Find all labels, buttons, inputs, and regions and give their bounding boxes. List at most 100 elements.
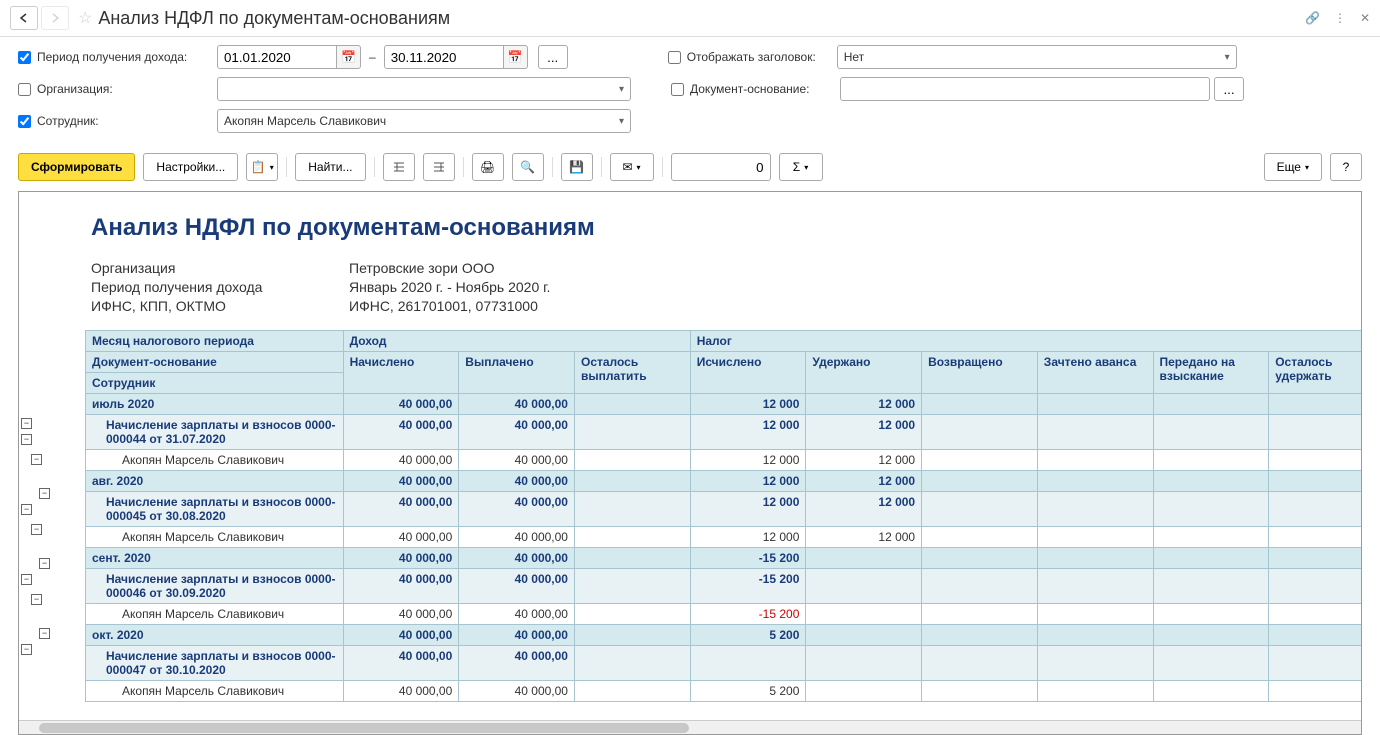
- cell: 12 000: [806, 527, 922, 548]
- cell: [1037, 492, 1153, 527]
- date-to-input[interactable]: [384, 45, 504, 69]
- preview-button[interactable]: 🔍: [512, 153, 544, 181]
- date-from-input[interactable]: [217, 45, 337, 69]
- row-label: авг. 2020: [86, 471, 344, 492]
- meta-label: Период получения дохода: [91, 279, 349, 295]
- cell: 40 000,00: [459, 604, 575, 625]
- generate-button[interactable]: Сформировать: [18, 153, 135, 181]
- cell: 40 000,00: [343, 450, 459, 471]
- cell: 40 000,00: [343, 527, 459, 548]
- cell: [1037, 625, 1153, 646]
- outline-toggle[interactable]: −: [21, 644, 32, 655]
- outline-toggle[interactable]: −: [39, 558, 50, 569]
- settings-button[interactable]: Настройки...: [143, 153, 238, 181]
- favorite-icon[interactable]: ☆: [78, 8, 92, 28]
- outline-toggle[interactable]: −: [21, 574, 32, 585]
- cell: [1153, 492, 1269, 527]
- table-row[interactable]: Акопян Марсель Славикович40 000,0040 000…: [86, 681, 1363, 702]
- doc-dropdown[interactable]: [840, 77, 1210, 101]
- date-from-picker-icon[interactable]: 📅: [337, 45, 361, 69]
- cell: 12 000: [690, 450, 806, 471]
- org-checkbox[interactable]: [18, 83, 31, 96]
- table-row[interactable]: Начисление зарплаты и взносов 0000-00004…: [86, 569, 1363, 604]
- back-button[interactable]: [10, 6, 38, 30]
- date-to-picker-icon[interactable]: 📅: [504, 45, 528, 69]
- sum-button[interactable]: Σ▾: [779, 153, 823, 181]
- show-header-value: Нет: [844, 50, 864, 64]
- table-row[interactable]: Акопян Марсель Славикович40 000,0040 000…: [86, 450, 1363, 471]
- col-emp: Сотрудник: [86, 373, 344, 394]
- org-dropdown[interactable]: ▾: [217, 77, 631, 101]
- show-header-dropdown[interactable]: Нет ▾: [837, 45, 1237, 69]
- cell: [574, 492, 690, 527]
- col-3: Исчислено: [690, 352, 806, 394]
- table-row[interactable]: Начисление зарплаты и взносов 0000-00004…: [86, 646, 1363, 681]
- table-row[interactable]: сент. 202040 000,0040 000,00-15 200: [86, 548, 1363, 569]
- outline-toggle[interactable]: −: [21, 504, 32, 515]
- table-row[interactable]: окт. 202040 000,0040 000,005 200: [86, 625, 1363, 646]
- cell: [922, 527, 1038, 548]
- period-more-button[interactable]: ...: [538, 45, 568, 69]
- outline-toggle[interactable]: −: [21, 434, 32, 445]
- more-button[interactable]: Еще ▾: [1264, 153, 1322, 181]
- cell: 40 000,00: [459, 492, 575, 527]
- outline-toggle[interactable]: −: [31, 454, 42, 465]
- cell: [1037, 527, 1153, 548]
- doc-checkbox[interactable]: [671, 83, 684, 96]
- employee-checkbox[interactable]: [18, 115, 31, 128]
- cell: [1037, 604, 1153, 625]
- cell: [806, 548, 922, 569]
- print-button[interactable]: 🖨: [472, 153, 504, 181]
- email-button[interactable]: ✉▾: [610, 153, 654, 181]
- col-doc: Документ-основание: [86, 352, 344, 373]
- outline-toggle[interactable]: −: [21, 418, 32, 429]
- table-row[interactable]: авг. 202040 000,0040 000,0012 00012 000: [86, 471, 1363, 492]
- cell: -15 200: [690, 569, 806, 604]
- cell: [1153, 450, 1269, 471]
- col-income: Доход: [343, 331, 690, 352]
- forward-button[interactable]: [41, 6, 69, 30]
- help-button[interactable]: ?: [1330, 153, 1362, 181]
- numeric-input[interactable]: [671, 153, 771, 181]
- cell: [922, 492, 1038, 527]
- table-row[interactable]: Акопян Марсель Славикович40 000,0040 000…: [86, 604, 1363, 625]
- cell: [1269, 604, 1362, 625]
- table-row[interactable]: Начисление зарплаты и взносов 0000-00004…: [86, 415, 1363, 450]
- cell: -15 200: [690, 604, 806, 625]
- outline-toggle[interactable]: −: [31, 594, 42, 605]
- cell: 12 000: [806, 492, 922, 527]
- paste-button[interactable]: 📋▾: [246, 153, 278, 181]
- horizontal-scrollbar[interactable]: [19, 720, 1361, 734]
- cell: 5 200: [690, 681, 806, 702]
- cell: [1269, 681, 1362, 702]
- outline-toggle[interactable]: −: [39, 628, 50, 639]
- outline-toggle[interactable]: −: [39, 488, 50, 499]
- kebab-icon[interactable]: ⋮: [1334, 11, 1346, 25]
- expand-button[interactable]: [383, 153, 415, 181]
- meta-value: Январь 2020 г. - Ноябрь 2020 г.: [349, 279, 550, 295]
- cell: [1153, 681, 1269, 702]
- outline-toggle[interactable]: −: [31, 524, 42, 535]
- employee-dropdown[interactable]: Акопян Марсель Славикович ▾: [217, 109, 631, 133]
- doc-more-button[interactable]: ...: [1214, 77, 1244, 101]
- cell: [574, 681, 690, 702]
- table-row[interactable]: июль 202040 000,0040 000,0012 00012 000: [86, 394, 1363, 415]
- col-2: Осталось выплатить: [574, 352, 690, 394]
- table-row[interactable]: Акопян Марсель Славикович40 000,0040 000…: [86, 527, 1363, 548]
- close-icon[interactable]: ✕: [1360, 11, 1370, 25]
- cell: 40 000,00: [459, 681, 575, 702]
- report-area: Анализ НДФЛ по документам-основаниям Орг…: [18, 191, 1362, 735]
- cell: 12 000: [690, 527, 806, 548]
- doc-label: Документ-основание:: [690, 82, 840, 96]
- cell: [1037, 569, 1153, 604]
- employee-label: Сотрудник:: [37, 114, 217, 128]
- save-button[interactable]: 💾: [561, 153, 593, 181]
- link-icon[interactable]: 🔗: [1305, 11, 1320, 25]
- show-header-checkbox[interactable]: [668, 51, 681, 64]
- collapse-button[interactable]: [423, 153, 455, 181]
- find-button[interactable]: Найти...: [295, 153, 365, 181]
- table-row[interactable]: Начисление зарплаты и взносов 0000-00004…: [86, 492, 1363, 527]
- cell: [574, 569, 690, 604]
- period-checkbox[interactable]: [18, 51, 31, 64]
- cell: [1269, 471, 1362, 492]
